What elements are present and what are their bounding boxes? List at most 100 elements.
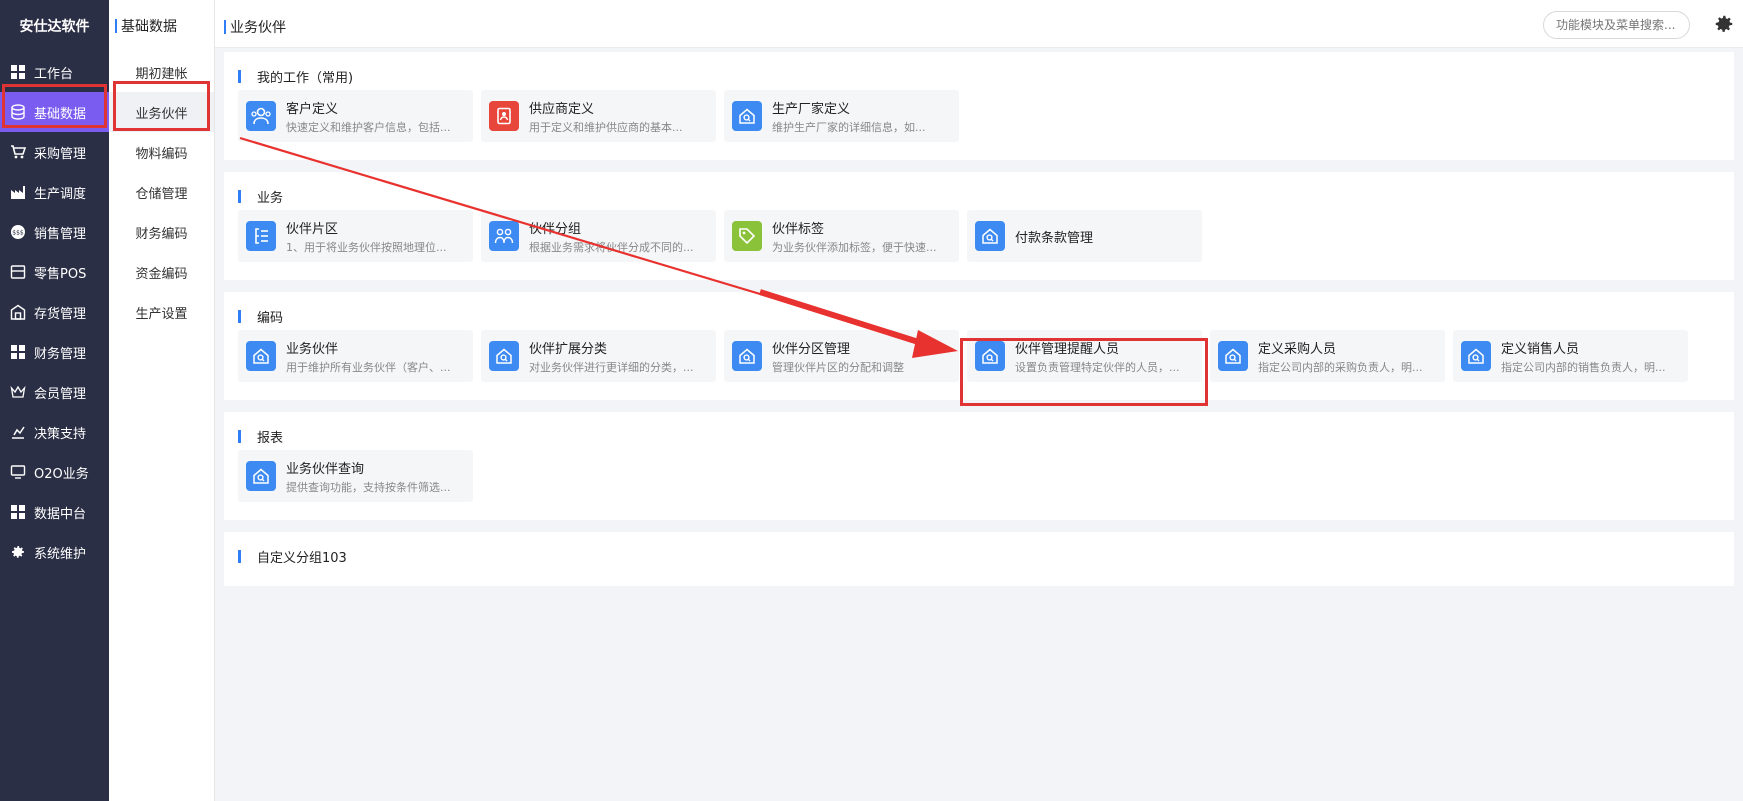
card-name: 伙伴标签	[772, 221, 825, 237]
breadcrumb: 业务伙伴	[224, 17, 286, 37]
sidebar-item-label: 采购管理	[34, 146, 87, 162]
function-card[interactable]: 付款条款管理	[967, 210, 1202, 262]
card-name: 伙伴分组	[529, 221, 582, 237]
sidebar-item-label: 生产调度	[34, 186, 87, 202]
card-description: 用于维护所有业务伙伴（客户、...	[286, 360, 451, 374]
submenu-item[interactable]: 财务编码	[109, 212, 214, 252]
submenu-item[interactable]: 物料编码	[109, 132, 214, 172]
grid-icon	[10, 344, 26, 360]
search-input[interactable]	[1543, 11, 1690, 39]
sidebar-item-label: 销售管理	[34, 226, 87, 242]
card-name: 定义销售人员	[1501, 341, 1580, 357]
function-card[interactable]: 定义销售人员指定公司内部的销售负责人，明...	[1453, 330, 1688, 382]
sales-icon: $$$	[10, 224, 26, 240]
function-card[interactable]: 伙伴扩展分类 对业务伙伴进行更详细的分类，...	[481, 330, 716, 382]
card-description: 用于定义和维护供应商的基本...	[529, 120, 683, 134]
function-card[interactable]: 伙伴标签为业务伙伴添加标签，便于快速...	[724, 210, 959, 262]
sidebar-item-label: 决策支持	[34, 426, 87, 442]
submenu-title: 基础数据	[109, 0, 214, 52]
section: 报表业务伙伴查询提供查询功能，支持按条件筛选...	[224, 412, 1734, 520]
sidebar-item-label: 工作台	[34, 66, 74, 82]
sidebar-item[interactable]: 财务管理	[0, 332, 109, 372]
card-text: 业务伙伴查询提供查询功能，支持按条件筛选...	[286, 458, 466, 495]
region-icon	[246, 221, 276, 251]
function-card[interactable]: 伙伴片区 1、用于将业务伙伴按照地理位...	[238, 210, 473, 262]
top-bar: 业务伙伴	[215, 0, 1743, 48]
gear-icon[interactable]	[1713, 13, 1735, 35]
function-card[interactable]: 供应商定义用于定义和维护供应商的基本...	[481, 90, 716, 142]
sidebar-item[interactable]: O2O业务	[0, 452, 109, 492]
function-card[interactable]: 生产厂家定义维护生产厂家的详细信息，如...	[724, 90, 959, 142]
card-name: 业务伙伴	[286, 341, 339, 357]
cart-icon	[10, 144, 26, 160]
highlight-box-sidebar	[2, 84, 107, 128]
svg-text:$$$: $$$	[12, 230, 24, 237]
card-description: 对业务伙伴进行更详细的分类，...	[529, 360, 694, 374]
function-card[interactable]: 客户定义快速定义和维护客户信息，包括...	[238, 90, 473, 142]
card-name: 生产厂家定义	[772, 101, 851, 117]
function-card[interactable]: 业务伙伴用于维护所有业务伙伴（客户、...	[238, 330, 473, 382]
function-card[interactable]: 定义采购人员 指定公司内部的采购负责人，明...	[1210, 330, 1445, 382]
group-icon	[489, 221, 519, 251]
card-name: 伙伴分区管理	[772, 341, 851, 357]
card-text: 定义销售人员指定公司内部的销售负责人，明...	[1501, 338, 1681, 375]
customer-icon	[246, 101, 276, 131]
card-text: 伙伴标签为业务伙伴添加标签，便于快速...	[772, 218, 952, 255]
section-title: 报表	[238, 426, 1720, 446]
card-text: 伙伴分组根据业务需求将伙伴分成不同的...	[529, 218, 709, 255]
section: 业务伙伴片区 1、用于将业务伙伴按照地理位... 伙伴分组根据业务需求将伙伴分成不同…	[224, 172, 1734, 280]
card-description: 指定公司内部的销售负责人，明...	[1501, 360, 1666, 374]
crown-icon	[10, 384, 26, 400]
pos-icon	[10, 264, 26, 280]
sidebar-item[interactable]: 存货管理	[0, 292, 109, 332]
card-text: 客户定义快速定义和维护客户信息，包括...	[286, 98, 466, 135]
section: 自定义分组103	[224, 532, 1734, 586]
card-description: 维护生产厂家的详细信息，如...	[772, 120, 926, 134]
monitor-icon	[10, 464, 26, 480]
card-description: 根据业务需求将伙伴分成不同的...	[529, 240, 694, 254]
section-title: 我的工作（常用)	[238, 66, 1720, 86]
function-card[interactable]: 伙伴分区管理管理伙伴片区的分配和调整	[724, 330, 959, 382]
card-description: 为业务伙伴添加标签，便于快速...	[772, 240, 937, 254]
card-description: 1、用于将业务伙伴按照地理位...	[286, 240, 447, 254]
function-card[interactable]: 伙伴分组根据业务需求将伙伴分成不同的...	[481, 210, 716, 262]
sidebar-item-label: 系统维护	[34, 546, 87, 562]
house-search-icon	[1461, 341, 1491, 371]
sidebar-item[interactable]: 生产调度	[0, 172, 109, 212]
sidebar-item-label: 数据中台	[34, 506, 87, 522]
card-text: 供应商定义用于定义和维护供应商的基本...	[529, 98, 709, 135]
house-search-icon	[489, 341, 519, 371]
sidebar-item[interactable]: 会员管理	[0, 372, 109, 412]
warehouse-icon	[10, 304, 26, 320]
card-name: 供应商定义	[529, 101, 595, 117]
sidebar-item-label: 零售POS	[34, 266, 87, 282]
function-card[interactable]: 业务伙伴查询提供查询功能，支持按条件筛选...	[238, 450, 473, 502]
card-list: 伙伴片区 1、用于将业务伙伴按照地理位... 伙伴分组根据业务需求将伙伴分成不同的.…	[238, 210, 1720, 262]
section-title: 业务	[238, 186, 1720, 206]
card-name: 业务伙伴查询	[286, 461, 365, 477]
card-name: 客户定义	[286, 101, 339, 117]
card-description: 快速定义和维护客户信息，包括...	[286, 120, 451, 134]
grid-icon	[10, 504, 26, 520]
house-search-icon	[1218, 341, 1248, 371]
card-description: 管理伙伴片区的分配和调整	[772, 360, 904, 374]
submenu-item[interactable]: 资金编码	[109, 252, 214, 292]
card-name: 定义采购人员	[1258, 341, 1337, 357]
factory-icon	[10, 184, 26, 200]
house-search-icon	[975, 221, 1005, 251]
house-search-icon	[246, 461, 276, 491]
sidebar-item[interactable]: 系统维护	[0, 532, 109, 572]
grid-icon	[10, 64, 26, 80]
sidebar-item[interactable]: 数据中台	[0, 492, 109, 532]
submenu-item[interactable]: 仓储管理	[109, 172, 214, 212]
card-description: 提供查询功能，支持按条件筛选...	[286, 480, 451, 494]
sidebar-item[interactable]: $$$ 销售管理	[0, 212, 109, 252]
supplier-icon	[489, 101, 519, 131]
sidebar-item[interactable]: 决策支持	[0, 412, 109, 452]
sidebar-item-label: 会员管理	[34, 386, 87, 402]
sidebar-item[interactable]: 零售POS	[0, 252, 109, 292]
submenu-item[interactable]: 生产设置	[109, 292, 214, 332]
card-name: 伙伴片区	[286, 221, 339, 237]
sidebar-item[interactable]: 采购管理	[0, 132, 109, 172]
house-search-icon	[732, 101, 762, 131]
